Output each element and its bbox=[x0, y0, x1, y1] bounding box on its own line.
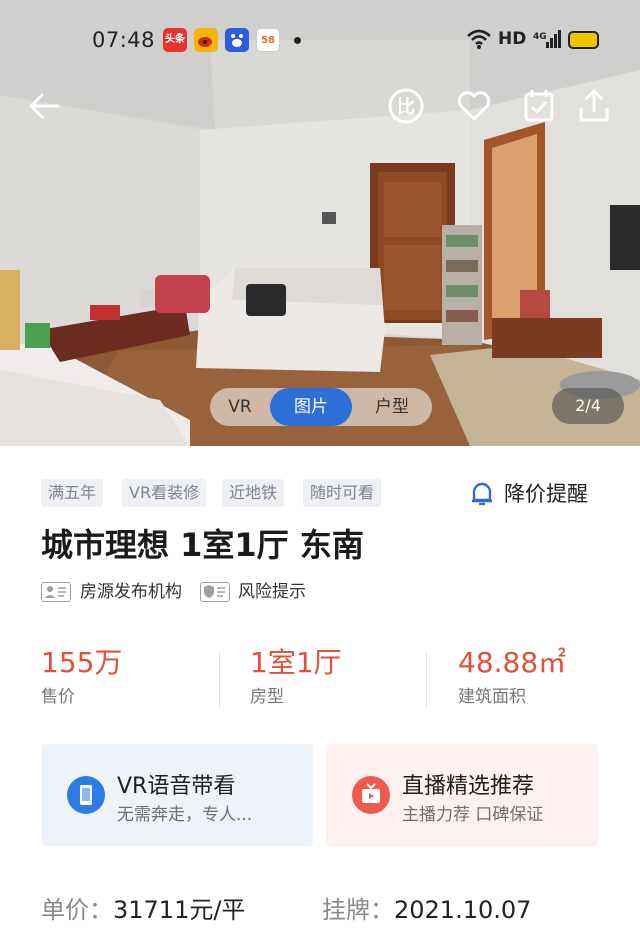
listing-details: 满五年 VR看装修 近地铁 随时可看 降价提醒 城市理想 1室1厅 东南 房源发… bbox=[0, 446, 640, 945]
gallery-tabs: VR 图片 户型 bbox=[210, 388, 432, 426]
risk-link[interactable]: 风险提示 bbox=[238, 579, 306, 605]
battery-icon bbox=[568, 31, 599, 49]
listing-date-value: 2021.10.07 bbox=[394, 896, 532, 924]
stat-layout: 1室1厅 房型 bbox=[250, 646, 342, 707]
vr-card-subtitle: 无需奔走，专人... bbox=[117, 805, 253, 825]
tab-vr[interactable]: VR bbox=[210, 388, 270, 426]
photo-counter: 2/4 bbox=[552, 388, 624, 424]
stat-area: 48.88㎡ 建筑面积 bbox=[458, 646, 566, 707]
tag-near-subway: 近地铁 bbox=[222, 479, 285, 507]
vr-phone-icon bbox=[67, 776, 105, 814]
back-arrow-icon[interactable] bbox=[24, 86, 64, 126]
area-label: 建筑面积 bbox=[458, 687, 526, 707]
tag-vr-decoration: VR看装修 bbox=[122, 479, 207, 507]
layout-value: 1室1厅 bbox=[250, 646, 342, 679]
listing-photo[interactable]: 07:48 头条 58 HD 4G 比 VR 图片 户型 2/4 bbox=[0, 0, 640, 446]
live-card-title: 直播精选推荐 bbox=[402, 774, 535, 799]
risk-icon bbox=[200, 582, 230, 602]
unit-price: 单价：31711元/平 bbox=[41, 890, 245, 925]
price-value: 155万 bbox=[41, 646, 123, 679]
listing-date: 挂牌：2021.10.07 bbox=[322, 890, 531, 925]
tag-viewable-anytime: 随时可看 bbox=[303, 479, 382, 507]
more-notifications-dot bbox=[294, 37, 301, 44]
tag-five-years: 满五年 bbox=[41, 479, 104, 507]
key-stats: 155万 售价 1室1厅 房型 48.88㎡ 建筑面积 bbox=[41, 646, 601, 716]
stat-divider bbox=[426, 652, 427, 708]
listing-title: 城市理想 1室1厅 东南 bbox=[41, 526, 364, 564]
listing-date-label: 挂牌： bbox=[322, 896, 394, 924]
bell-icon bbox=[472, 482, 492, 506]
tab-photos[interactable]: 图片 bbox=[270, 388, 352, 426]
compare-icon[interactable]: 比 bbox=[386, 86, 426, 126]
agency-icon bbox=[41, 582, 71, 602]
weibo-app-icon bbox=[194, 28, 218, 52]
vr-guided-tour-card[interactable]: VR语音带看 无需奔走，专人... bbox=[41, 744, 313, 846]
favorite-heart-icon[interactable] bbox=[454, 86, 494, 126]
share-icon[interactable] bbox=[574, 86, 614, 126]
tv-live-icon bbox=[352, 776, 390, 814]
layout-label: 房型 bbox=[250, 687, 284, 707]
signal-icon: 4G bbox=[533, 30, 561, 48]
toutiao-app-icon: 头条 bbox=[163, 28, 187, 52]
agency-link[interactable]: 房源发布机构 bbox=[80, 579, 182, 605]
status-time: 07:48 bbox=[92, 28, 156, 52]
price-alert-label: 降价提醒 bbox=[504, 482, 588, 506]
vr-card-title: VR语音带看 bbox=[117, 774, 236, 799]
58-app-icon: 58 bbox=[256, 28, 280, 52]
network-hd-label: HD bbox=[498, 29, 527, 49]
area-value: 48.88㎡ bbox=[458, 646, 567, 679]
unit-price-label: 单价： bbox=[41, 896, 113, 924]
svg-text:比: 比 bbox=[397, 97, 415, 118]
stat-price: 155万 售价 bbox=[41, 646, 122, 707]
baidu-app-icon bbox=[225, 28, 249, 52]
status-bar: 07:48 头条 58 HD 4G bbox=[0, 0, 640, 80]
svg-text:4G: 4G bbox=[533, 32, 547, 42]
stat-divider bbox=[219, 652, 220, 708]
unit-price-value: 31711元/平 bbox=[113, 896, 246, 924]
live-stream-card[interactable]: 直播精选推荐 主播力荐 口碑保证 bbox=[326, 744, 598, 846]
price-label: 售价 bbox=[41, 687, 75, 707]
calendar-check-icon[interactable] bbox=[519, 86, 559, 126]
live-card-subtitle: 主播力荐 口碑保证 bbox=[402, 805, 544, 825]
wifi-icon bbox=[467, 29, 491, 49]
tab-floorplan[interactable]: 户型 bbox=[352, 388, 432, 426]
